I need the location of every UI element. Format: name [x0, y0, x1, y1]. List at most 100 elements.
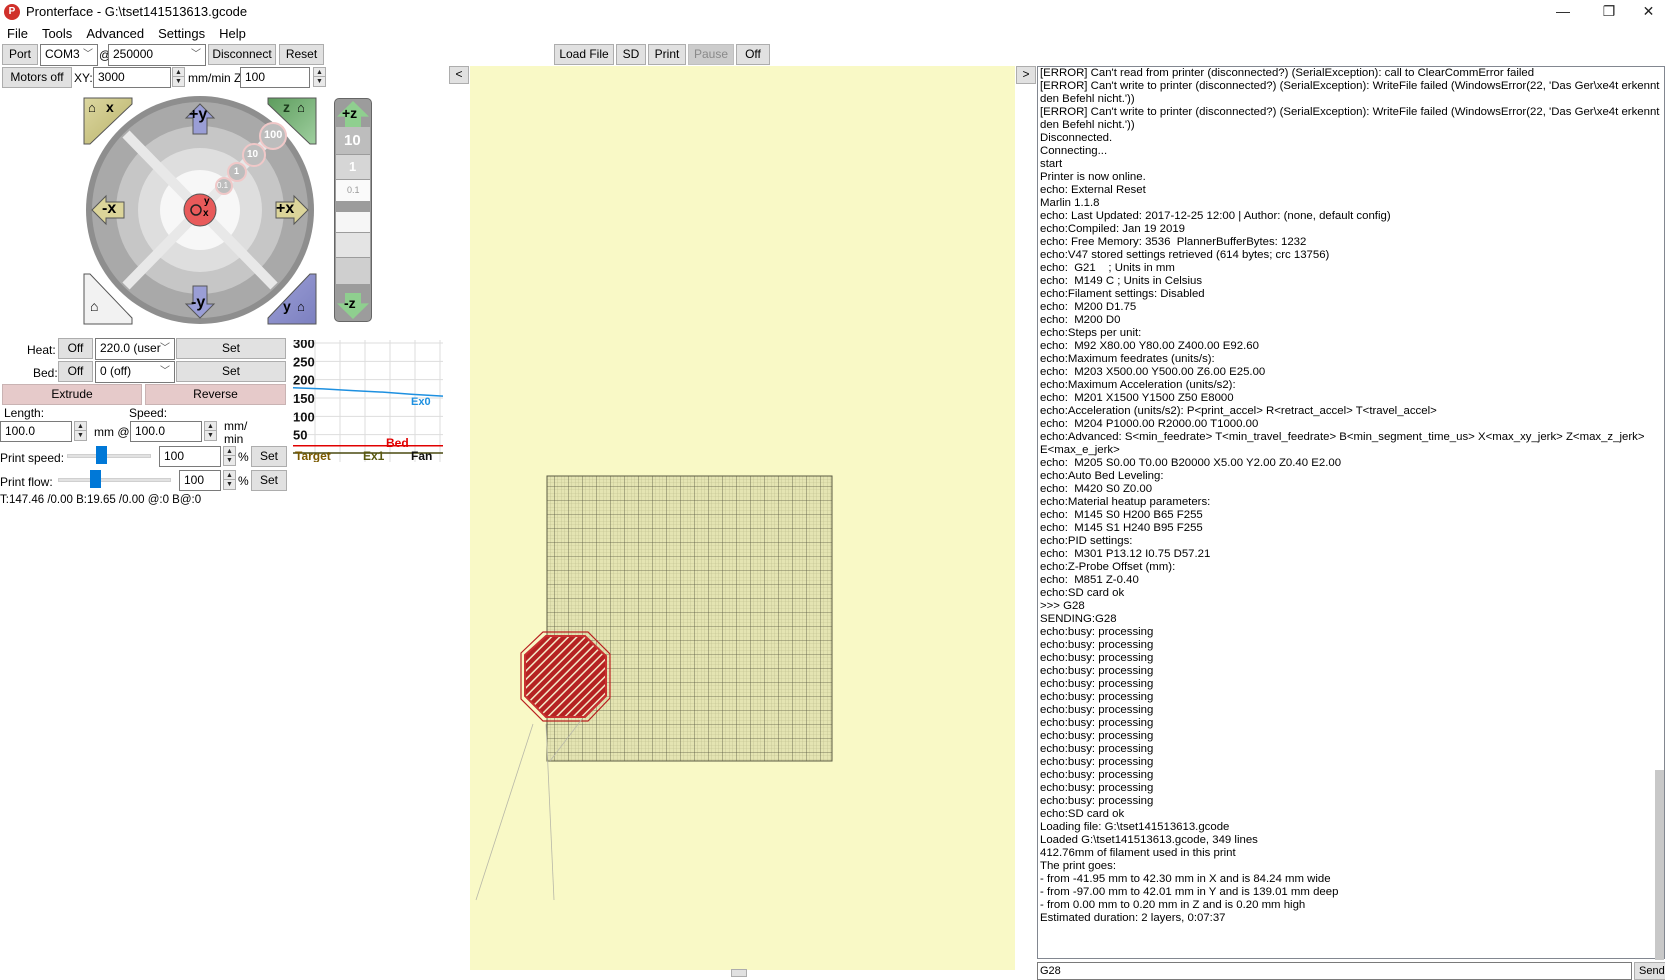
baud-value: 250000 [113, 47, 154, 61]
log-line: echo: M145 S1 H240 B95 F255 [1040, 522, 1203, 534]
maximize-button[interactable]: ❐ [1586, 0, 1632, 24]
menu-file[interactable]: File [0, 24, 35, 41]
log-line: echo:Advanced: S<min_feedrate> T<min_tra… [1040, 431, 1648, 456]
log-line: echo: M200 D1.75 [1040, 301, 1137, 313]
sd-button[interactable]: SD [616, 44, 646, 65]
log-line: echo:Acceleration (units/s2): P<print_ac… [1040, 405, 1437, 417]
command-input[interactable]: G28 [1037, 962, 1632, 980]
extrude-button[interactable]: Extrude [2, 384, 142, 405]
print-preview[interactable] [470, 66, 1015, 970]
print-speed-slider[interactable] [67, 454, 151, 458]
bed-set-button[interactable]: Set [176, 361, 286, 382]
log-line: echo:SD card ok [1040, 587, 1125, 599]
port-select[interactable]: COM3 ﹀ [40, 44, 98, 66]
print-flow-input[interactable]: 100 [179, 470, 221, 491]
print-speed-slider-thumb[interactable] [95, 446, 107, 464]
log-line: Connecting... [1040, 145, 1108, 157]
baud-select[interactable]: 250000 ﹀ [108, 44, 206, 66]
log-line: echo:busy: processing [1040, 795, 1154, 807]
log-scrollbar-thumb[interactable] [1655, 770, 1664, 960]
log-line: echo:Maximum feedrates (units/s): [1040, 353, 1215, 365]
collapse-right-button[interactable]: > [1016, 66, 1036, 84]
log-line: echo: G21 ; Units in mm [1040, 262, 1175, 274]
log-line: echo:busy: processing [1040, 704, 1154, 716]
print-flow-set-button[interactable]: Set [251, 470, 287, 491]
chevron-down-icon: ﹀ [83, 49, 93, 60]
menu-advanced[interactable]: Advanced [79, 24, 151, 41]
log-line: echo:busy: processing [1040, 691, 1154, 703]
log-line: echo: M301 P13.12 I0.75 D57.21 [1040, 548, 1211, 560]
speed-spinner[interactable]: ▲ ▼ [204, 421, 217, 441]
print-button[interactable]: Print [648, 44, 686, 65]
heat-select[interactable]: 220.0 (user ﹀ [95, 338, 175, 360]
xy-feedrate-spinner[interactable]: ▲ ▼ [172, 67, 185, 87]
log-line: echo:V47 stored settings retrieved (614 … [1040, 249, 1330, 261]
print-speed-set-button[interactable]: Set [251, 446, 287, 467]
console-log[interactable]: [ERROR] Can't read from printer (disconn… [1037, 66, 1665, 959]
length-input[interactable]: 100.0 [0, 421, 72, 442]
center-y-label: y [204, 196, 210, 207]
motors-off-button[interactable]: Motors off [2, 67, 72, 88]
mm-at-label: mm @ [94, 425, 130, 439]
print-flow-slider[interactable] [58, 478, 171, 482]
log-line: echo:PID settings: [1040, 535, 1133, 547]
preview-canvas[interactable] [470, 66, 1015, 970]
heat-off-button[interactable]: Off [58, 338, 93, 359]
port-button[interactable]: Port [2, 44, 38, 65]
y-tick-label: 100 [293, 409, 315, 424]
plus-y-label: +y [189, 106, 208, 123]
disconnect-button[interactable]: Disconnect [208, 44, 276, 65]
log-line: start [1040, 158, 1063, 170]
center-x-label: x [203, 208, 209, 219]
load-file-button[interactable]: Load File [554, 44, 614, 65]
heat-set-button[interactable]: Set [176, 338, 286, 359]
reverse-button[interactable]: Reverse [145, 384, 286, 405]
menu-settings[interactable]: Settings [151, 24, 212, 41]
y-tick-label: 300 [293, 340, 315, 351]
bed-off-button[interactable]: Off [58, 361, 93, 382]
z-feedrate-input[interactable]: 100 [240, 67, 310, 88]
step-100-label[interactable]: 100 [264, 129, 282, 141]
print-object [475, 631, 611, 901]
print-flow-spinner[interactable]: ▲ ▼ [223, 470, 236, 490]
menu-help[interactable]: Help [212, 24, 253, 41]
chevron-down-icon: ﹀ [160, 343, 170, 354]
speed-input[interactable]: 100.0 [130, 421, 202, 442]
length-spinner[interactable]: ▲ ▼ [74, 421, 87, 441]
log-line: Printer is now online. [1040, 171, 1146, 183]
reset-button[interactable]: Reset [279, 44, 324, 65]
z-feedrate-spinner[interactable]: ▲ ▼ [313, 67, 326, 87]
print-speed-label: Print speed: [0, 451, 65, 465]
length-label: Length: [4, 406, 45, 420]
print-speed-spinner[interactable]: ▲ ▼ [223, 446, 236, 466]
preview-splitter-handle[interactable] [731, 969, 747, 977]
log-line: echo: M205 S0.00 T0.00 B20000 X5.00 Y2.0… [1040, 457, 1342, 469]
collapse-left-button[interactable]: < [449, 66, 469, 84]
log-line: Loading file: G:\tset141513613.gcode [1040, 821, 1230, 833]
print-flow-label: Print flow: [0, 475, 53, 489]
z-jog-control[interactable]: +z 10 1 0.1 -z [334, 98, 372, 322]
log-line: - from -97.00 mm to 42.01 mm in Y and is… [1040, 886, 1339, 898]
log-line: The print goes: [1040, 860, 1116, 872]
print-speed-input[interactable]: 100 [159, 446, 221, 467]
step-1-label[interactable]: 1 [234, 166, 239, 176]
send-button[interactable]: Send [1634, 962, 1665, 980]
bed-value: 0 (off) [100, 364, 132, 378]
menu-bar: File Tools Advanced Settings Help [0, 24, 1665, 44]
pause-button[interactable]: Pause [688, 44, 734, 65]
close-button[interactable]: ✕ [1632, 0, 1665, 24]
menu-tools[interactable]: Tools [35, 24, 79, 41]
log-line: echo: M203 X500.00 Y500.00 Z6.00 E25.00 [1040, 366, 1266, 378]
print-speed-percent: % [238, 450, 249, 464]
log-line: echo:busy: processing [1040, 678, 1154, 690]
off-button[interactable]: Off [736, 44, 770, 65]
bed-select[interactable]: 0 (off) ﹀ [95, 361, 175, 383]
log-line: echo:busy: processing [1040, 626, 1154, 638]
xy-feedrate-input[interactable]: 3000 [93, 67, 171, 88]
print-flow-slider-thumb[interactable] [90, 470, 102, 488]
log-line: echo: M420 S0 Z0.00 [1040, 483, 1153, 495]
step-10-label[interactable]: 10 [247, 149, 258, 160]
step-0-1-label[interactable]: 0.1 [217, 181, 228, 190]
pronterface-logo-icon: P [4, 4, 20, 20]
minimize-button[interactable]: — [1540, 0, 1586, 24]
